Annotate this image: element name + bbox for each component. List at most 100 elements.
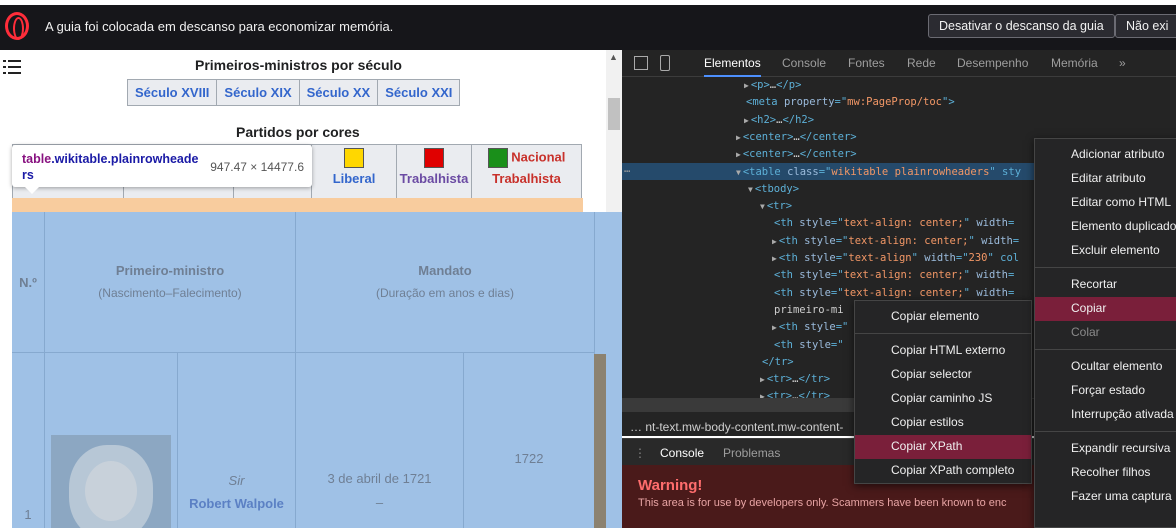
dom-node-line[interactable]: ▶ <center>…</center> <box>736 131 857 143</box>
tooltip-arrow <box>24 186 40 194</box>
dom-node-line[interactable]: ▶ <th style="text-align" width="230" col <box>772 252 1019 264</box>
dom-token: <table <box>742 165 788 178</box>
device-toolbar-icon[interactable] <box>660 55 670 71</box>
menu-item[interactable]: Adicionar atributo <box>1035 143 1176 167</box>
menu-item[interactable]: Copiar caminho JS <box>855 387 1031 411</box>
dom-token: " <box>963 217 977 230</box>
snooze-message: A guia foi colocada em descanso para eco… <box>45 19 394 34</box>
dom-node-line[interactable]: ▼ <tr> <box>760 200 792 212</box>
century-link[interactable]: Século XXI <box>378 80 459 105</box>
node-actions-ellipsis[interactable]: … <box>624 163 630 175</box>
expand-arrow-icon[interactable]: ▶ <box>736 150 741 159</box>
dom-token: " sty <box>989 165 1022 178</box>
scroll-up-arrow-icon[interactable]: ▲ <box>609 52 618 62</box>
party-liberal-label[interactable]: Liberal <box>333 171 376 186</box>
pm-name-link[interactable]: Robert Walpole <box>178 493 295 515</box>
devtools-tab[interactable]: Fontes <box>848 56 885 70</box>
devtools-toolbar: Elementos Console Fontes Rede Desempenho Memó… <box>622 50 1176 77</box>
drawer-menu-icon[interactable]: ⋮ <box>634 446 646 460</box>
dom-node-line[interactable]: ▶ <center>…</center> <box>736 148 857 160</box>
dom-node-line[interactable]: primeiro-mi <box>772 304 844 316</box>
elements-hscrollbar[interactable] <box>622 398 854 412</box>
dom-token: = <box>1007 286 1015 299</box>
devtools-tab[interactable]: Rede <box>907 56 936 70</box>
dom-node-line[interactable]: ▶ <p>…</p> <box>744 79 801 91</box>
century-link[interactable]: Século XVIII <box>128 80 218 105</box>
dom-token: " <box>968 234 982 247</box>
dom-token: class <box>787 165 819 178</box>
menu-item[interactable]: Expandir recursiva <box>1035 437 1176 461</box>
dom-node-line[interactable]: <th style=" <box>772 339 844 351</box>
dom-node-line[interactable]: ▶ <th style=" <box>772 321 848 333</box>
node-context-menu: Adicionar atributo Editar atributo Editar … <box>1034 138 1176 528</box>
page-scrollbar-thumb[interactable] <box>608 98 620 130</box>
devtools-tab[interactable]: Console <box>782 56 826 70</box>
dom-token: <center> <box>742 148 794 161</box>
dom-node-line[interactable]: </tr> <box>760 356 794 368</box>
dom-token: <p> <box>750 79 770 91</box>
expand-arrow-icon[interactable]: ▼ <box>760 202 765 211</box>
col-term-header: Mandato <box>418 263 472 278</box>
expand-arrow-icon[interactable]: ▶ <box>744 116 749 125</box>
dom-node-line[interactable]: ▼ <tbody> <box>748 183 799 195</box>
menu-item[interactable]: Editar atributo <box>1035 167 1176 191</box>
expand-arrow-icon[interactable]: ▶ <box>736 133 741 142</box>
dom-node-line[interactable]: <th style="text-align: center;" width= <box>772 217 1014 229</box>
menu-item[interactable]: Fazer uma captura <box>1035 485 1176 509</box>
dom-token: style <box>804 321 836 334</box>
walpole-portrait[interactable] <box>51 435 171 528</box>
dom-token: text-align <box>848 252 912 264</box>
menu-item[interactable]: Excluir elemento <box>1035 239 1176 263</box>
dom-token: <th <box>778 234 805 247</box>
devtools-tab[interactable]: Desempenho <box>957 56 1028 70</box>
menu-item[interactable]: Elemento duplicado <box>1035 215 1176 239</box>
dom-node-line[interactable]: <meta property="mw:PageProp/toc"> <box>744 96 955 108</box>
party-national-label-1[interactable]: Nacional <box>511 149 565 164</box>
table-of-contents-icon[interactable] <box>3 59 21 75</box>
menu-item[interactable]: Copiar estilos <box>855 411 1031 435</box>
dom-node-line[interactable]: <th style="text-align: center;" width= <box>772 269 1014 281</box>
menu-item[interactable]: Interrupção ativada <box>1035 403 1176 427</box>
expand-arrow-icon[interactable]: ▼ <box>736 168 741 177</box>
dom-token: style <box>799 269 831 282</box>
menu-item[interactable]: Copiar HTML externo <box>855 339 1031 363</box>
dont-show-button[interactable]: Não exi <box>1115 14 1176 38</box>
expand-arrow-icon[interactable]: ▶ <box>772 254 777 263</box>
menu-item[interactable]: Copiar selector <box>855 363 1031 387</box>
menu-item[interactable]: Copiar elemento <box>855 305 1031 329</box>
menu-item[interactable]: Copiar XPath <box>855 435 1031 459</box>
menu-item[interactable]: Ocultar elemento <box>1035 355 1176 379</box>
pm-title: Sir <box>228 473 245 488</box>
menu-item[interactable]: Editar como HTML <box>1035 191 1176 215</box>
dom-node-line[interactable]: ▶ <h2>…</h2> <box>744 114 814 126</box>
menu-item[interactable]: Recolher filhos <box>1035 461 1176 485</box>
menu-item[interactable]: Recortar <box>1035 273 1176 297</box>
drawer-tab-problems[interactable]: Problemas <box>723 446 780 460</box>
devtools-tab[interactable]: Elementos <box>704 56 761 77</box>
dom-node-line[interactable]: <th style="text-align: center;" width= <box>772 287 1014 299</box>
menu-item[interactable]: Copiar XPath completo <box>855 459 1031 483</box>
party-labour-label[interactable]: Trabalhista <box>400 171 469 186</box>
menu-item[interactable]: Forçar estado <box>1035 379 1176 403</box>
devtools-tab[interactable]: Memória <box>1051 56 1098 70</box>
dom-token: mw:PageProp/toc <box>847 96 942 109</box>
party-national-label-2[interactable]: Trabalhista <box>492 171 561 186</box>
dom-node-line[interactable]: ▶ <tr>…</tr> <box>760 373 830 385</box>
expand-arrow-icon[interactable]: ▶ <box>744 81 749 90</box>
devtools-tab[interactable]: » <box>1119 56 1126 70</box>
dom-node-line[interactable]: ▼ <table class="wikitable plainrowheaders… <box>736 166 1021 178</box>
expand-arrow-icon[interactable]: ▶ <box>772 323 777 332</box>
century-link[interactable]: Século XIX <box>217 80 300 105</box>
expand-arrow-icon[interactable]: ▶ <box>772 237 777 246</box>
breadcrumb[interactable]: … nt-text.mw-body-content.mw-content- <box>630 420 843 434</box>
century-link[interactable]: Século XX <box>300 80 379 105</box>
expand-arrow-icon[interactable]: ▶ <box>760 375 765 384</box>
dom-node-line[interactable]: ▶ <th style="text-align: center;" width= <box>772 235 1019 247</box>
dom-token: style <box>799 217 831 230</box>
menu-item[interactable]: Copiar <box>1035 297 1176 321</box>
disable-snooze-button[interactable]: Desativar o descanso da guia <box>928 14 1115 38</box>
expand-arrow-icon[interactable]: ▼ <box>748 185 753 194</box>
page-scrollbar[interactable] <box>606 50 622 214</box>
inspect-element-icon[interactable] <box>634 56 648 70</box>
drawer-tab-console[interactable]: Console <box>660 446 704 460</box>
